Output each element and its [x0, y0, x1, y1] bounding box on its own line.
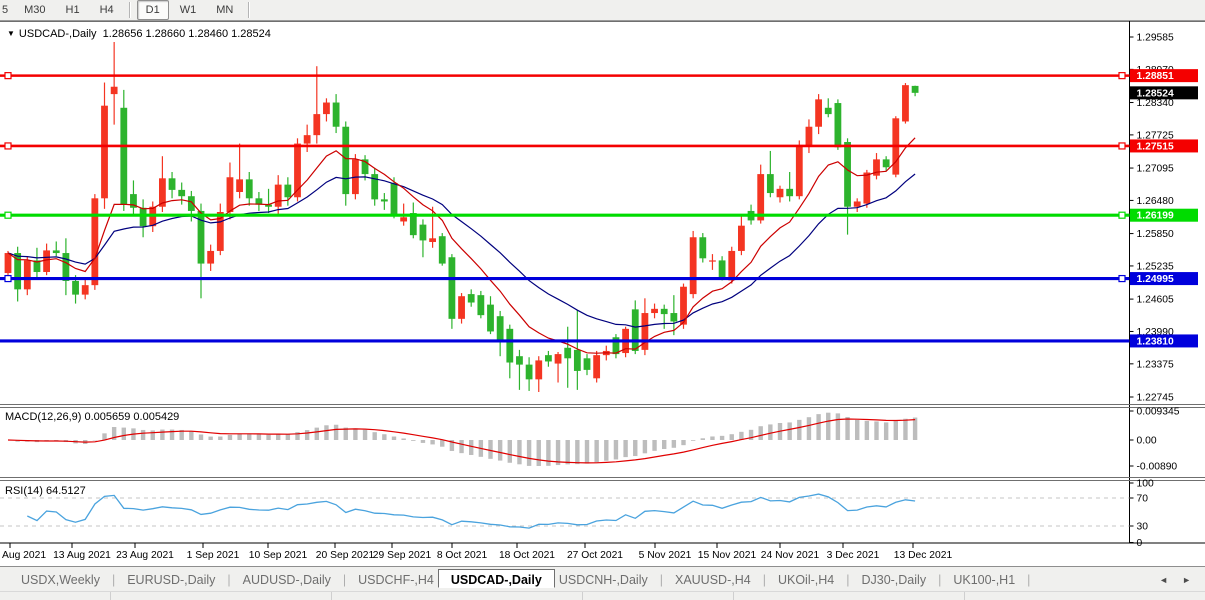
date-tick-label: 15 Nov 2021 [698, 550, 757, 561]
chart-canvas[interactable]: 1.295851.289701.283401.277251.270951.264… [0, 21, 1205, 566]
tab-usdcad-daily[interactable]: USDCAD-,Daily [437, 569, 555, 588]
status-cell [0, 592, 111, 600]
price-tick-label: 1.29585 [1137, 33, 1174, 44]
price-level-badge: 1.24995 [1137, 274, 1174, 285]
tab-usdx-weekly[interactable]: USDX,Weekly [19, 570, 102, 590]
price-level-badge: 1.23810 [1137, 336, 1174, 347]
status-cell [111, 592, 332, 600]
date-tick-label: 24 Nov 2021 [761, 550, 820, 561]
date-tick-label: 20 Sep 2021 [316, 550, 375, 561]
macd-indicator-label: MACD(12,26,9) 0.005659 0.005429 [5, 411, 179, 423]
line-anchor-handle[interactable] [4, 142, 12, 150]
tab-dj30-daily[interactable]: DJ30-,Daily [859, 570, 928, 590]
tab-audusd-daily[interactable]: AUDUSD-,Daily [241, 570, 333, 590]
tab-scroll-left-icon[interactable]: ◄ [1159, 575, 1168, 585]
rsi-axis-label: 100 [1137, 479, 1154, 490]
macd-current-values: 0.005659 0.005429 [84, 411, 180, 423]
price-tick-label: 1.22745 [1137, 392, 1174, 403]
tab-ukoil-h4[interactable]: UKOil-,H4 [776, 570, 836, 590]
tab-separator: | [938, 572, 942, 587]
line-anchor-handle[interactable] [4, 274, 12, 283]
toolbar-separator [248, 2, 251, 18]
tab-separator: | [111, 572, 116, 587]
chart-tab-bar: USDX,Weekly | EURUSD-,Daily | AUDUSD-,Daily |… [0, 566, 1205, 592]
symbol-dropdown-icon[interactable]: ▼ [7, 29, 15, 38]
chart-title: ▼ USDCAD-,Daily 1.28656 1.28660 1.28460 1… [7, 28, 271, 40]
date-tick-label: 13 Dec 2021 [894, 550, 953, 561]
price-tick-label: 1.27095 [1137, 164, 1174, 175]
price-level-badge: 1.28524 [1137, 88, 1174, 99]
tab-separator: | [227, 572, 231, 587]
line-anchor-handle[interactable] [1118, 211, 1126, 219]
date-tick-label: 23 Aug 2021 [116, 550, 174, 561]
tab-eurusd-daily[interactable]: EURUSD-,Daily [125, 570, 217, 590]
price-level-badge: 1.26199 [1137, 211, 1174, 222]
price-tick-label: 1.24605 [1137, 295, 1174, 306]
price-level-badge: 1.28851 [1137, 71, 1174, 82]
status-cell [332, 592, 583, 600]
price-tick-label: 1.25235 [1137, 261, 1174, 272]
rsi-current-value: 64.5127 [45, 485, 86, 497]
date-tick-label: 18 Oct 2021 [499, 550, 555, 561]
price-tick-label: 1.26480 [1137, 196, 1174, 207]
tab-separator: | [846, 572, 850, 587]
status-cell [583, 592, 734, 600]
toolbar-separator [128, 2, 131, 18]
line-anchor-handle[interactable] [1118, 72, 1126, 80]
price-tick-label: 1.23375 [1137, 359, 1174, 370]
macd-axis-label: 0.00 [1137, 436, 1157, 447]
macd-axis-label: -0.00890 [1137, 462, 1178, 473]
line-anchor-handle[interactable] [1118, 142, 1126, 150]
line-anchor-handle[interactable] [4, 211, 12, 219]
timeframe-button-5[interactable]: 5 [0, 0, 13, 20]
timeframe-button-m30[interactable]: M30 [15, 0, 54, 20]
chart-region[interactable]: ▼ USDCAD-,Daily 1.28656 1.28660 1.28460 1… [0, 21, 1205, 566]
timeframe-button-w1[interactable]: W1 [171, 0, 206, 20]
timeframe-button-mn[interactable]: MN [207, 0, 242, 20]
date-tick-label: 27 Oct 2021 [567, 550, 623, 561]
timeframe-toolbar: 5 M30 H1 H4 D1 W1 MN [0, 0, 1205, 21]
rsi-name: RSI(14) [5, 485, 43, 497]
macd-axis-label: 0.009345 [1137, 407, 1180, 418]
date-tick-label: 13 Aug 2021 [53, 550, 111, 561]
date-tick-label: 10 Sep 2021 [249, 550, 308, 561]
price-tick-label: 1.28340 [1137, 98, 1174, 109]
date-tick-label: 5 Nov 2021 [639, 550, 692, 561]
price-level-badge: 1.27515 [1137, 141, 1174, 152]
tab-separator: | [762, 572, 766, 587]
rsi-axis-label: 70 [1137, 494, 1149, 505]
date-tick-label: 29 Sep 2021 [373, 550, 432, 561]
timeframe-button-h4[interactable]: H4 [91, 0, 123, 20]
bottom-status-strip [0, 591, 1205, 600]
date-tick-label: 8 Oct 2021 [437, 550, 488, 561]
tab-xauusd-h4[interactable]: XAUUSD-,H4 [673, 570, 753, 590]
chart-symbol-period: USDCAD-,Daily [18, 28, 97, 40]
price-tick-label: 1.25850 [1137, 229, 1174, 240]
date-tick-label: 1 Sep 2021 [187, 550, 240, 561]
tab-usdchf-h4[interactable]: USDCHF-,H4 [356, 570, 436, 590]
timeframe-button-d1[interactable]: D1 [136, 0, 169, 20]
tab-scroll-right-icon[interactable]: ► [1182, 575, 1191, 585]
tab-separator: | [1027, 572, 1031, 587]
tab-separator: | [342, 572, 347, 587]
rsi-indicator-label: RSI(14) 64.5127 [5, 485, 86, 497]
date-tick-label: 4 Aug 2021 [0, 550, 46, 561]
date-tick-label: 3 Dec 2021 [827, 550, 880, 561]
macd-name: MACD(12,26,9) [5, 411, 82, 423]
status-cell [734, 592, 965, 600]
rsi-axis-label: 30 [1137, 522, 1149, 533]
timeframe-button-h1[interactable]: H1 [57, 0, 89, 20]
line-anchor-handle[interactable] [4, 72, 12, 80]
terminal-window: 5 M30 H1 H4 D1 W1 MN ▼ USDCAD-,Daily 1.28656 1.… [0, 0, 1205, 600]
tab-uk100-h1[interactable]: UK100-,H1 [951, 570, 1017, 590]
tab-separator: | [659, 572, 663, 587]
line-anchor-handle[interactable] [1118, 274, 1126, 283]
chart-ohlc-values: 1.28656 1.28660 1.28460 1.28524 [102, 28, 271, 40]
rsi-axis-label: 0 [1137, 538, 1143, 549]
tab-usdcnh-daily[interactable]: USDCNH-,Daily [557, 570, 650, 590]
